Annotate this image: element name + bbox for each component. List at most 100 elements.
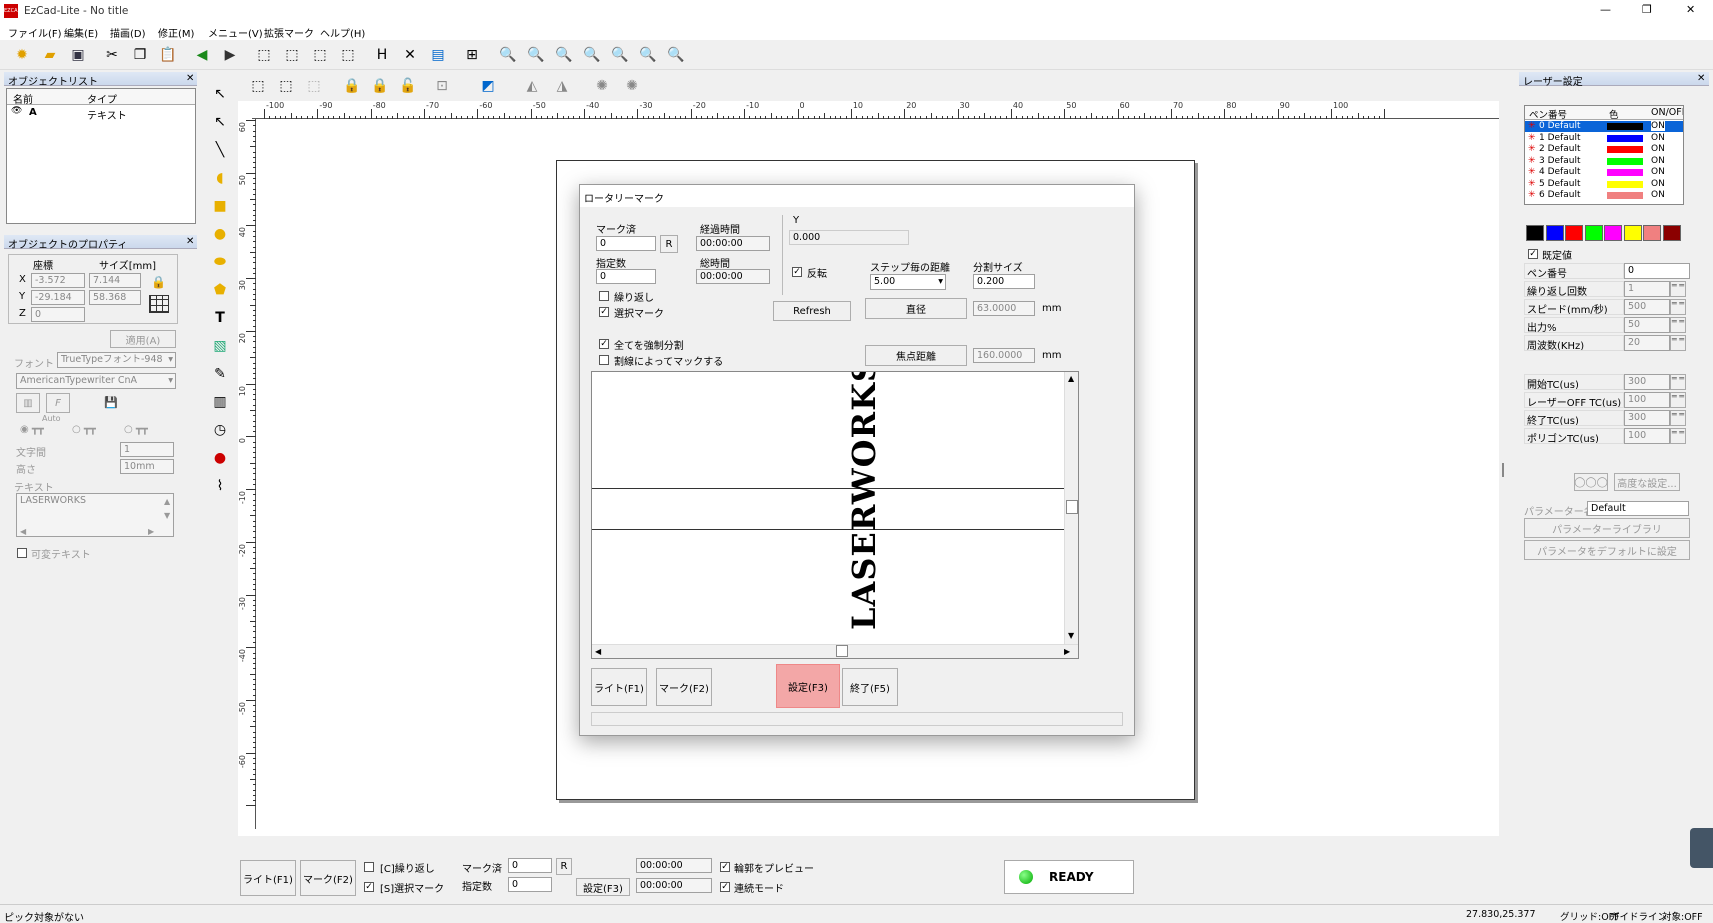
param-value[interactable]: 100 <box>1624 392 1670 408</box>
hatch-icon[interactable]: H <box>370 43 394 67</box>
bottom-reset-button[interactable]: R <box>556 858 572 875</box>
scroll-left-icon[interactable]: ◀ <box>595 647 601 656</box>
scroll-right-icon[interactable]: ▶ <box>148 527 154 536</box>
diameter-button[interactable]: 直径 <box>865 298 967 319</box>
line-icon[interactable]: ╲ <box>208 138 232 162</box>
vertical-scrollbar[interactable]: ▲ ▼ <box>1064 372 1078 644</box>
step-distance-select[interactable]: 5.00 ▾ <box>870 274 946 290</box>
grid-position-icon[interactable] <box>149 295 169 313</box>
select-invert-icon[interactable]: ⬚ <box>336 43 360 67</box>
menu-draw[interactable]: 描画(D) <box>110 25 146 40</box>
status-object[interactable]: 対象:OFF <box>1662 909 1703 923</box>
apply-button[interactable]: 適用(A) <box>110 330 176 348</box>
horizontal-scrollbar[interactable]: ◀ ▶ <box>592 644 1078 658</box>
mirror-vertical-icon[interactable]: ◮ <box>550 74 574 98</box>
pen-row[interactable]: ✳ 4 Default ON <box>1525 167 1683 178</box>
lock-icon[interactable]: 🔒 <box>151 275 166 289</box>
y-field[interactable]: -29.184 <box>31 290 85 305</box>
tools-icon[interactable]: ✕ <box>398 43 422 67</box>
palette-swatch[interactable] <box>1526 225 1544 241</box>
list-item[interactable]: 👁 A テキスト <box>7 106 195 122</box>
specified-count-field[interactable]: 0 <box>596 269 656 284</box>
set-default-button[interactable]: パラメータをデフォルトに設定 <box>1524 540 1690 560</box>
restore-button[interactable]: ❐ <box>1642 3 1652 16</box>
width-field[interactable]: 7.144 <box>89 273 141 288</box>
group-select-icon[interactable]: ⬚ <box>246 74 270 98</box>
scroll-up-icon[interactable]: ▲ <box>1068 374 1074 383</box>
open-file-icon[interactable]: ▰ <box>38 43 62 67</box>
bottom-marked-field[interactable]: 0 <box>508 858 552 873</box>
param-value[interactable]: 300 <box>1624 410 1670 426</box>
param-value[interactable]: 100 <box>1624 428 1670 444</box>
spinner-icon[interactable]: ═ ═ <box>1670 317 1686 333</box>
new-file-icon[interactable]: ✹ <box>10 43 34 67</box>
parameter-library-button[interactable]: パラメーターライブラリ <box>1524 518 1690 538</box>
side-tab-icon[interactable] <box>1690 828 1713 868</box>
timer-icon[interactable]: ◷ <box>208 418 232 442</box>
scroll-left-icon[interactable]: ◀ <box>20 527 26 536</box>
param-value[interactable]: 300 <box>1624 374 1670 390</box>
param-preset-icon[interactable]: ◯◯◯ <box>1574 473 1608 491</box>
zoom-icon[interactable]: 🔍 <box>496 43 520 67</box>
image-icon[interactable]: ▧ <box>208 334 232 358</box>
char-spacing-field[interactable]: 1 <box>120 442 174 457</box>
rotate-right-icon[interactable]: ✺ <box>620 74 644 98</box>
cut-icon[interactable]: ✂ <box>100 43 124 67</box>
zoom-plus-icon[interactable]: 🔍 <box>552 43 576 67</box>
align-option-2[interactable]: ○ ┳┳ <box>72 424 96 435</box>
pen-row[interactable]: ✳ 0 Default ON <box>1525 121 1683 132</box>
scroll-right-icon[interactable]: ▶ <box>1064 647 1070 656</box>
x-field[interactable]: -3.572 <box>31 273 85 288</box>
palette-swatch[interactable] <box>1604 225 1622 241</box>
select-mark-checkbox[interactable]: ✓ <box>599 307 609 317</box>
unlock-icon[interactable]: 🔓 <box>396 74 420 98</box>
refresh-button[interactable]: Refresh <box>773 301 851 321</box>
spinner-icon[interactable]: ═ ═ <box>1670 374 1686 390</box>
spinner-icon[interactable]: ═ ═ <box>1670 410 1686 426</box>
focal-distance-field[interactable]: 160.0000 <box>973 348 1035 363</box>
param-value[interactable]: 1 <box>1624 281 1670 297</box>
menu-edit[interactable]: 編集(E) <box>64 25 98 40</box>
height-field[interactable]: 58.368 <box>89 290 141 305</box>
minimize-button[interactable]: — <box>1600 3 1611 16</box>
settings-button[interactable]: 設定(F3) <box>776 664 840 708</box>
zoom-out-icon[interactable]: 🔍 <box>580 43 604 67</box>
save-icon[interactable]: ▣ <box>66 43 90 67</box>
laser-settings-close-icon[interactable]: ✕ <box>1697 73 1705 84</box>
palette-swatch[interactable] <box>1643 225 1661 241</box>
focal-distance-button[interactable]: 焦点距離 <box>865 345 967 366</box>
scroll-arrows-icon[interactable]: ▼ <box>164 511 170 520</box>
font-table-icon[interactable]: ▥ <box>16 393 40 413</box>
bottom-repeat-checkbox[interactable] <box>364 862 374 872</box>
align-option-3[interactable]: ○ ┳┳ <box>124 424 148 435</box>
light-button[interactable]: ライト(F1) <box>591 668 647 706</box>
splitter-handle[interactable] <box>1502 463 1504 477</box>
font-italic-icon[interactable]: F <box>46 393 70 413</box>
paste-icon[interactable]: 📋 <box>156 43 180 67</box>
select-all-icon[interactable]: ⬚ <box>252 43 276 67</box>
ungroup-icon[interactable]: ⬚ <box>302 74 326 98</box>
polygon-icon[interactable]: ⬟ <box>208 278 232 302</box>
palette-swatch[interactable] <box>1545 225 1564 241</box>
z-field[interactable]: 0 <box>31 307 85 322</box>
split-size-field[interactable]: 0.200 <box>973 274 1035 289</box>
param-value[interactable]: 50 <box>1624 317 1670 333</box>
diameter-field[interactable]: 63.0000 <box>973 301 1035 316</box>
circle-icon[interactable]: ● <box>208 222 232 246</box>
curve-icon[interactable]: ◖ <box>208 166 232 190</box>
vector-file-icon[interactable]: ✎ <box>208 362 232 386</box>
copy-icon[interactable]: ❐ <box>128 43 152 67</box>
join-icon[interactable]: ⊡ <box>430 74 454 98</box>
reset-button[interactable]: R <box>660 235 678 253</box>
menu-file[interactable]: ファイル(F) <box>8 25 62 40</box>
palette-swatch[interactable] <box>1584 225 1603 241</box>
end-button[interactable]: 終了(F5) <box>842 668 898 706</box>
marked-count-field[interactable]: 0 <box>596 236 656 251</box>
param-value[interactable]: 0 <box>1624 263 1690 279</box>
param-value[interactable]: 500 <box>1624 299 1670 315</box>
preview-outline-checkbox[interactable]: ✓ <box>720 862 730 872</box>
palette-swatch[interactable] <box>1662 225 1681 241</box>
bottom-specified-field[interactable]: 0 <box>508 877 552 892</box>
scroll-thumb[interactable] <box>1066 500 1078 514</box>
palette-swatch[interactable] <box>1565 225 1583 241</box>
